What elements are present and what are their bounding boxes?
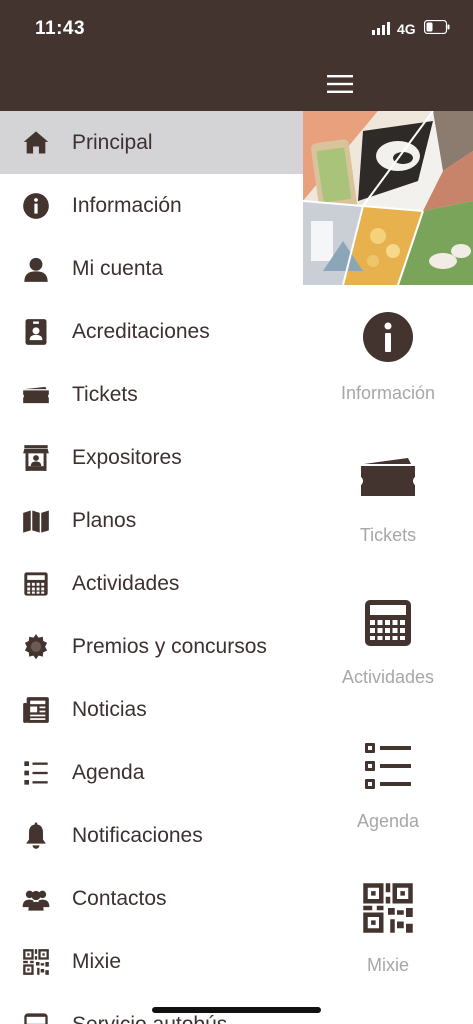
- battery-icon: [424, 20, 450, 34]
- sidebar-item-notificaciones[interactable]: Notificaciones: [0, 804, 303, 867]
- status-time: 11:43: [35, 18, 86, 39]
- qr-icon: [363, 883, 413, 933]
- sidebar-item-agenda[interactable]: Agenda: [0, 741, 303, 804]
- network-type: 4G: [397, 21, 416, 37]
- sidebar-item-tickets[interactable]: Tickets: [0, 363, 303, 426]
- sidebar-item-actividades[interactable]: Actividades: [0, 552, 303, 615]
- sidebar-item-label: Contactos: [72, 887, 167, 910]
- calculator-icon: [365, 600, 411, 646]
- award-icon: [21, 632, 51, 662]
- sidebar-item-label: Tickets: [72, 383, 138, 406]
- sidebar-menu: Principal Información Mi cuenta Acredita…: [0, 111, 303, 1024]
- user-icon: [21, 254, 51, 284]
- calculator-icon: [21, 569, 51, 599]
- sidebar-item-label: Premios y concursos: [72, 635, 267, 658]
- list-icon: [21, 758, 51, 788]
- quick-access-label: Agenda: [356, 811, 420, 831]
- bell-icon: [21, 821, 51, 851]
- sidebar-item-label: Mixie: [72, 950, 122, 973]
- sidebar-item-premios[interactable]: Premios y concursos: [0, 615, 303, 678]
- badge-icon: [21, 317, 51, 347]
- info-icon: [363, 312, 413, 362]
- contacts-icon: [21, 884, 51, 914]
- ticket-icon: [361, 458, 415, 496]
- quick-access-label: Mixie: [366, 955, 409, 975]
- sidebar-item-principal[interactable]: Principal: [0, 111, 303, 174]
- sidebar-item-mi-cuenta[interactable]: Mi cuenta: [0, 237, 303, 300]
- list-icon: [365, 743, 411, 789]
- quick-access-label: Actividades: [341, 667, 435, 687]
- sidebar-item-informacion[interactable]: Información: [0, 174, 303, 237]
- sidebar-item-label: Mi cuenta: [72, 257, 164, 280]
- sidebar-item-label: Información: [72, 194, 182, 217]
- home-indicator[interactable]: [152, 1007, 321, 1013]
- main-content: Información Tickets Actividades Agenda M…: [303, 111, 473, 1024]
- quick-access-mixie[interactable]: Mixie: [303, 881, 473, 976]
- sidebar-item-label: Expositores: [72, 446, 182, 469]
- sidebar-item-label: Agenda: [72, 761, 145, 784]
- stand-icon: [21, 443, 51, 473]
- sidebar-item-label: Acreditaciones: [72, 320, 210, 343]
- hamburger-menu-icon[interactable]: [322, 66, 358, 102]
- quick-access-agenda[interactable]: Agenda: [303, 741, 473, 832]
- sidebar-item-expositores[interactable]: Expositores: [0, 426, 303, 489]
- cellular-signal-icon: [372, 22, 390, 35]
- event-banner-image: [303, 111, 473, 285]
- sidebar-item-label: Actividades: [72, 572, 180, 595]
- info-icon: [21, 191, 51, 221]
- sidebar-item-label: Planos: [72, 509, 137, 532]
- quick-access-label: Información: [340, 383, 436, 403]
- qr-icon: [21, 947, 51, 977]
- sidebar-item-label: Noticias: [72, 698, 147, 721]
- bus-icon: [21, 1010, 51, 1024]
- sidebar-item-label: Principal: [72, 131, 153, 154]
- quick-access-label: Tickets: [359, 525, 417, 545]
- sidebar-item-contactos[interactable]: Contactos: [0, 867, 303, 930]
- home-icon: [21, 128, 51, 158]
- sidebar-item-planos[interactable]: Planos: [0, 489, 303, 552]
- sidebar-item-noticias[interactable]: Noticias: [0, 678, 303, 741]
- quick-access-tickets[interactable]: Tickets: [303, 455, 473, 546]
- sidebar-item-label: Notificaciones: [72, 824, 203, 847]
- newspaper-icon: [21, 695, 51, 725]
- status-bar: 11:43 4G: [0, 0, 473, 60]
- map-icon: [21, 506, 51, 536]
- quick-access-informacion[interactable]: Información: [303, 311, 473, 404]
- app-header: [0, 60, 473, 111]
- sidebar-item-mixie[interactable]: Mixie: [0, 930, 303, 993]
- ticket-icon: [21, 380, 51, 410]
- quick-access-actividades[interactable]: Actividades: [303, 599, 473, 688]
- sidebar-item-acreditaciones[interactable]: Acreditaciones: [0, 300, 303, 363]
